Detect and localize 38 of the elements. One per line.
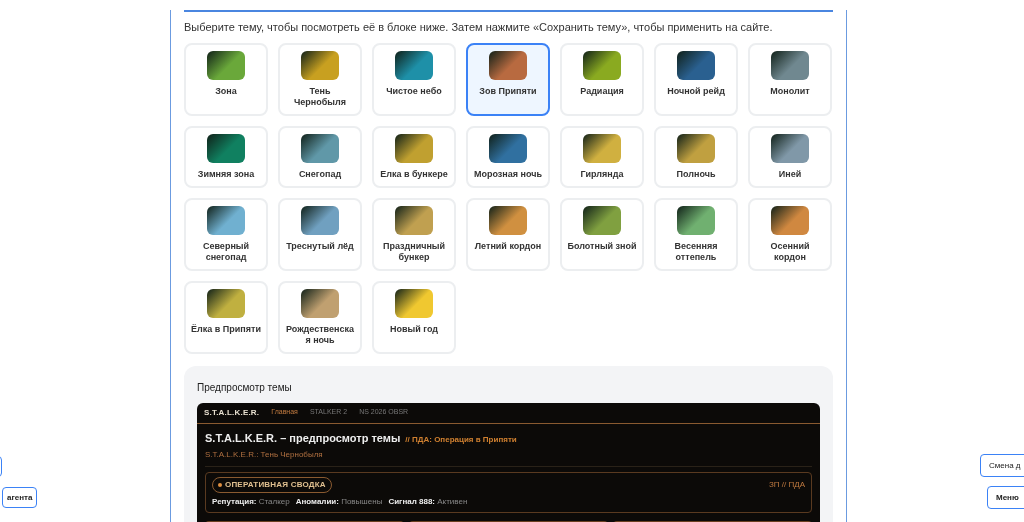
- theme-card[interactable]: Чистое небо: [372, 42, 456, 116]
- theme-card[interactable]: Праздничный бункер: [372, 197, 456, 271]
- theme-card[interactable]: Морозная ночь: [466, 125, 550, 188]
- preview-heading: S.T.A.L.K.E.R. – предпросмотр темы: [205, 430, 401, 446]
- theme-card[interactable]: Северный снегопад: [184, 197, 268, 271]
- heading-tag: // ПДА: Операция в Припяти: [405, 433, 517, 446]
- theme-card[interactable]: Ночной рейд: [654, 42, 738, 116]
- theme-card[interactable]: Елка в бункере: [372, 125, 456, 188]
- theme-card[interactable]: Зимняя зона: [184, 125, 268, 188]
- theme-card[interactable]: Гирлянда: [560, 125, 644, 188]
- badge-label: ОПЕРАТИВНАЯ СВОДКА: [225, 479, 326, 491]
- theme-card[interactable]: Рождественская ночь: [278, 280, 362, 354]
- side-button[interactable]: Смена д: [980, 454, 1024, 477]
- theme-card[interactable]: Летний кордон: [466, 197, 550, 271]
- theme-card[interactable]: Новый год: [372, 280, 456, 354]
- theme-card[interactable]: Иней: [748, 125, 832, 188]
- theme-description: Выберите тему, чтобы посмотреть её в блоке ниже. Затем нажмите «Сохранить тему», чтобы применить на сайте.: [184, 20, 774, 35]
- theme-card[interactable]: Зов Припяти: [466, 42, 550, 116]
- theme-card[interactable]: Треснутый лёд: [278, 197, 362, 271]
- summary-tag: ЗП // ПДА: [769, 479, 805, 491]
- theme-card[interactable]: Болотный зной: [560, 197, 644, 271]
- side-button[interactable]: Меню: [987, 486, 1024, 509]
- theme-card[interactable]: Полночь: [654, 125, 738, 188]
- theme-card[interactable]: Тень Чернобыля: [278, 42, 362, 116]
- preview-title: Предпросмотр темы: [197, 380, 293, 395]
- preview-subtitle: S.T.A.L.K.E.R.: Тень Чернобыля: [204, 449, 324, 461]
- theme-card[interactable]: Снегопад: [278, 125, 362, 188]
- theme-card[interactable]: Радиация: [560, 42, 644, 116]
- stat-text: Репутация: Сталкер: [212, 496, 290, 508]
- site-logo: S.T.A.L.K.E.R.: [204, 406, 260, 419]
- theme-card[interactable]: Ёлка в Припяти: [184, 280, 268, 354]
- theme-card[interactable]: Зона: [184, 42, 268, 116]
- side-button[interactable]: агента: [2, 487, 38, 508]
- stat-text: Сигнал 888: Активен: [388, 496, 468, 508]
- theme-card[interactable]: Монолит: [748, 42, 832, 116]
- theme-card[interactable]: Осенний кордон: [748, 197, 832, 271]
- theme-card[interactable]: Весенняя оттепель: [654, 197, 738, 271]
- stat-text: Аномалии: Повышены: [295, 496, 383, 508]
